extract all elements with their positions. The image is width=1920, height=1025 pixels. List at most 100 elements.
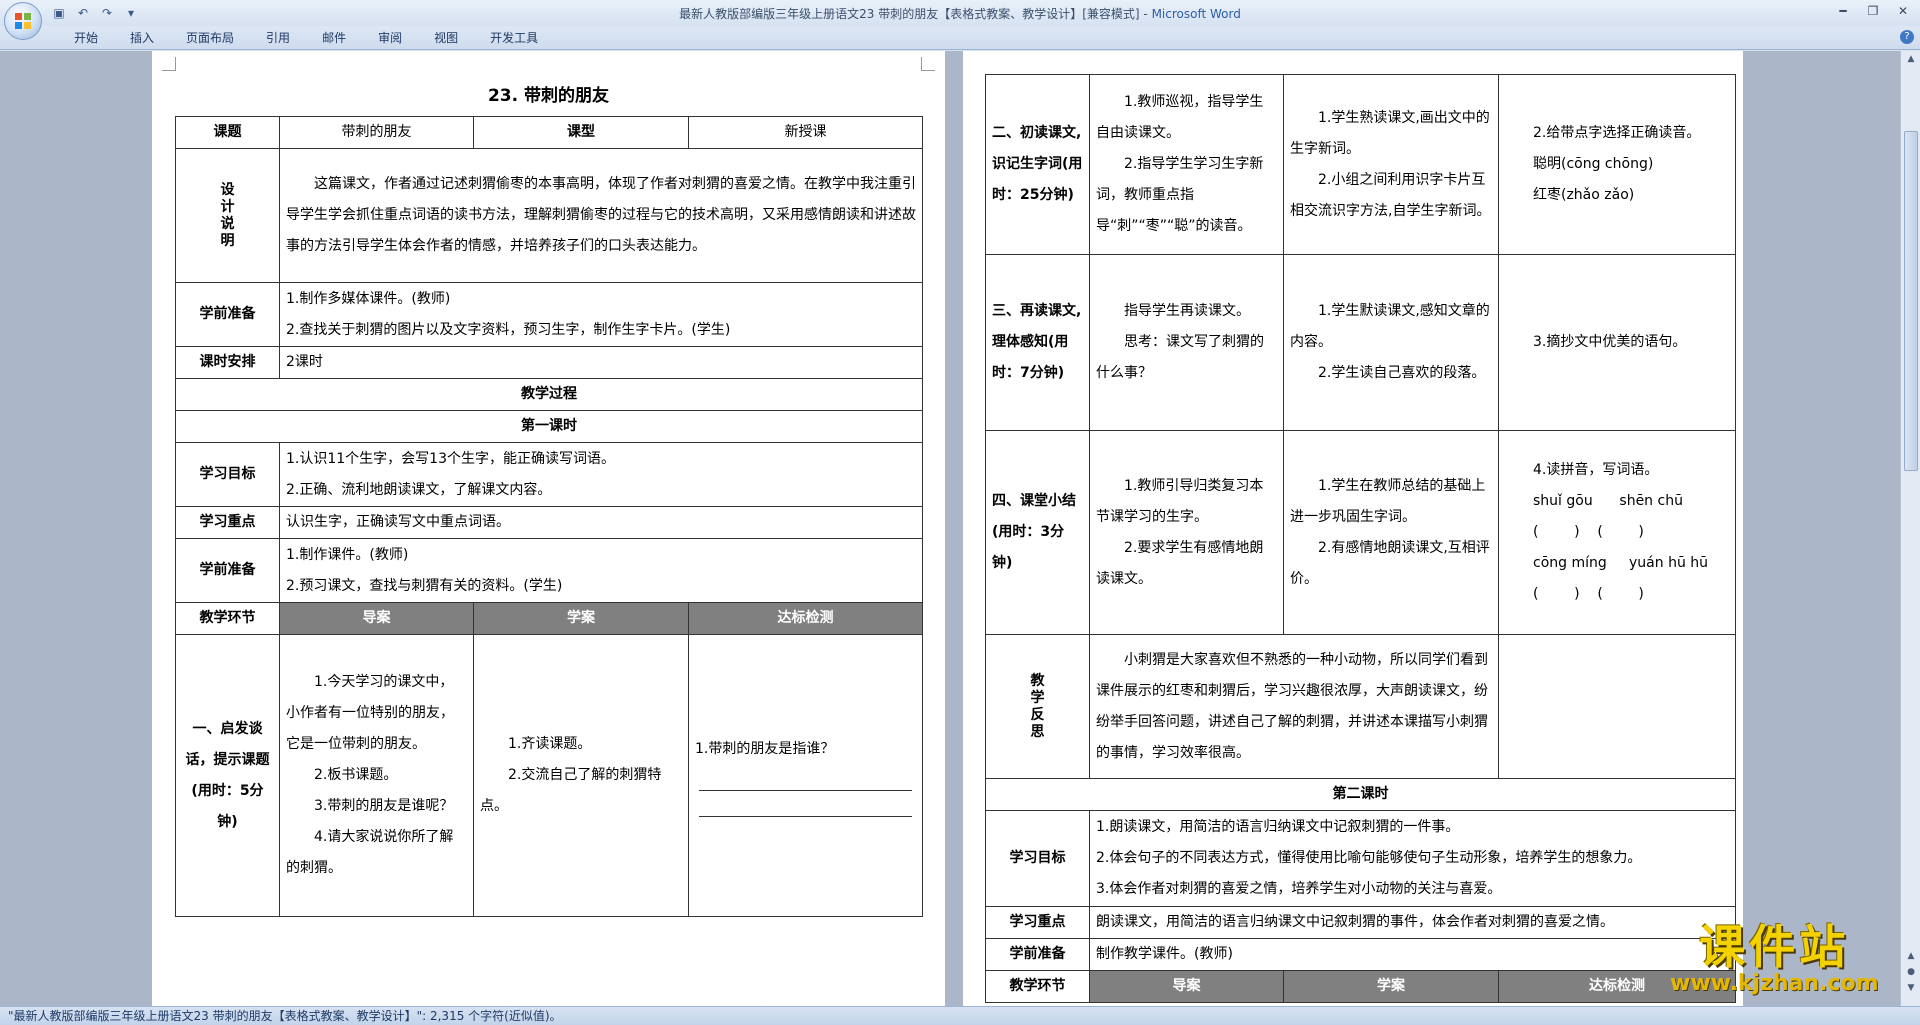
tab-page-layout[interactable]: 页面布局: [170, 30, 250, 46]
title-bar: ▣ ↶ ↷ ▾ 最新人教版部编版三年级上册语文23 带刺的朋友【表格式教案、教学…: [0, 0, 1920, 40]
browse-object-icon[interactable]: ●: [1903, 967, 1919, 981]
document-page-right: 二、初读课文,识记生字词(用时：25分钟) 1.教师巡视，指导学生自由读课文。 …: [963, 51, 1743, 1006]
course-type-label: 课型: [473, 116, 689, 149]
document-area: 23. 带刺的朋友 课题 带刺的朋友 课型 新授课 设计说明 这篇课文，作者通过…: [0, 51, 1900, 1006]
step1-check-question: 1.带刺的朋友是指谁？: [695, 741, 835, 757]
goals2-cell: 1.朗读课文，用简洁的语言归纳课文中记叙刺猬的一件事。 2.体会句子的不同表达方…: [1089, 810, 1736, 907]
step4-guide-item: 2.要求学生有感情地朗读课文。: [1096, 539, 1264, 587]
prep-item: 2.查找关于刺猬的图片以及文字资料，预习生字，制作生字卡片。(学生): [286, 321, 731, 338]
goal2-item: 3.体会作者对刺猬的喜爱之情，培养学生对小动物的关注与喜爱。: [1096, 881, 1502, 897]
tab-developer[interactable]: 开发工具: [474, 30, 554, 46]
answer-line: [699, 791, 912, 817]
course-value: 带刺的朋友: [279, 116, 474, 149]
step1-guide-item: 1.今天学习的课文中，小作者有一位特别的朋友，它是一位带刺的朋友。: [286, 674, 454, 752]
step2-guide-item: 1.教师巡视，指导学生自由读课文。: [1096, 94, 1264, 141]
hours-value: 2课时: [279, 346, 923, 379]
maximize-icon[interactable]: ❐: [1862, 3, 1884, 19]
step4-check: 4.读拼音，写词语。 shuǐ gōu shēn chū ( ) ( ) cōn…: [1498, 430, 1736, 635]
goal2-item: 1.朗读课文，用简洁的语言归纳课文中记叙刺猬的一件事。: [1096, 819, 1460, 835]
step4-check-item: shuǐ gōu shēn chū: [1533, 493, 1683, 509]
scroll-thumb[interactable]: [1904, 131, 1918, 471]
prep3-value: 制作教学课件。(教师): [1089, 938, 1736, 971]
step4-study-item: 1.学生在教师总结的基础上进一步巩固生字词。: [1290, 477, 1486, 525]
step1-guide-item: 4.请大家说说你所了解的刺猬。: [286, 829, 454, 876]
guide-header: 导案: [279, 602, 474, 635]
study-header: 学案: [473, 602, 689, 635]
step3-check: 3.摘抄文中优美的语句。: [1498, 254, 1736, 431]
previous-page-icon[interactable]: ▲: [1903, 951, 1919, 965]
step4-study: 1.学生在教师总结的基础上进一步巩固生字词。 2.有感情地朗读课文,互相评价。: [1283, 430, 1499, 635]
prep-item: 1.制作多媒体课件。(教师): [286, 290, 451, 307]
step3-study-item: 1.学生默读课文,感知文章的内容。: [1290, 303, 1490, 350]
minimize-icon[interactable]: ━: [1832, 3, 1854, 19]
step2-guide: 1.教师巡视，指导学生自由读课文。 2.指导学生学习生字新词，教师重点指导“刺”…: [1089, 74, 1284, 255]
prep2-item: 1.制作课件。(教师): [286, 546, 409, 563]
step1-study-item: 2.交流自己了解的刺猬特点。: [480, 767, 662, 814]
guide-header2: 导案: [1089, 970, 1284, 1003]
tab-view[interactable]: 视图: [418, 30, 474, 46]
office-button[interactable]: [4, 2, 42, 40]
focus2-value: 朗读课文，用简洁的语言归纳课文中记叙刺猬的事件，体会作者对刺猬的喜爱之情。: [1089, 906, 1736, 939]
close-icon[interactable]: ✕: [1892, 3, 1914, 19]
step3-study-item: 2.学生读自己喜欢的段落。: [1318, 365, 1486, 381]
design-text: 这篇课文，作者通过记述刺猬偷枣的本事高明，体现了作者对刺猬的喜爱之情。在教学中我…: [279, 148, 923, 283]
study-header2: 学案: [1283, 970, 1499, 1003]
step3-study: 1.学生默读课文,感知文章的内容。 2.学生读自己喜欢的段落。: [1283, 254, 1499, 431]
step2-study: 1.学生熟读课文,画出文中的生字新词。 2.小组之间利用识字卡片互相交流识字方法…: [1283, 74, 1499, 255]
step4-guide-item: 1.教师引导归类复习本节课学习的生字。: [1096, 477, 1264, 525]
step4-label: 四、课堂小结(用时：3分钟): [985, 430, 1090, 635]
next-page-icon[interactable]: ▼: [1903, 983, 1919, 997]
step1-study-item: 1.齐读课题。: [508, 736, 592, 752]
step2-guide-item: 2.指导学生学习生字新词，教师重点指导“刺”“枣”“聪”的读音。: [1096, 156, 1264, 234]
tab-review[interactable]: 审阅: [362, 30, 418, 46]
watermark-title: 课件站: [1699, 920, 1850, 974]
document-page-left: 23. 带刺的朋友 课题 带刺的朋友 课型 新授课 设计说明 这篇课文，作者通过…: [152, 51, 945, 1006]
tab-insert[interactable]: 插入: [114, 30, 170, 46]
goal2-item: 2.体会句子的不同表达方式，懂得使用比喻句能够使句子生动形象，培养学生的想象力。: [1096, 850, 1642, 866]
hours-label: 课时安排: [175, 346, 280, 379]
prep2-item: 2.预习课文，查找与刺猬有关的资料。(学生): [286, 577, 563, 594]
step3-guide-item: 思考：课文写了刺猬的什么事？: [1096, 334, 1264, 381]
reflect-empty: [1498, 634, 1736, 779]
goal-item: 1.认识11个生字，会写13个生字，能正确读写词语。: [286, 450, 615, 467]
page-gap: [945, 51, 963, 1006]
prep2-cell: 1.制作课件。(教师) 2.预习课文，查找与刺猬有关的资料。(学生): [279, 538, 923, 603]
process-heading: 教学过程: [175, 378, 923, 411]
step1-study: 1.齐读课题。 2.交流自己了解的刺猬特点。: [473, 634, 689, 917]
window-controls: ━ ❐ ✕: [1832, 3, 1914, 19]
step4-check-item: 4.读拼音，写词语。: [1533, 462, 1659, 478]
step-header-label: 教学环节: [175, 602, 280, 635]
step2-study-item: 2.小组之间利用识字卡片互相交流识字方法,自学生字新词。: [1290, 171, 1491, 219]
step1-guide-item: 3.带刺的朋友是谁呢？: [314, 798, 454, 814]
office-logo-icon: [15, 13, 31, 29]
window-title: 最新人教版部编版三年级上册语文23 带刺的朋友【表格式教案、教学设计】[兼容模式…: [0, 5, 1920, 22]
prep-cell: 1.制作多媒体课件。(教师) 2.查找关于刺猬的图片以及文字资料，预习生字，制作…: [279, 282, 923, 347]
reflect-label-text: 教学反思: [1030, 672, 1045, 740]
step3-guide-item: 指导学生再读课文。: [1124, 303, 1250, 319]
step-header2-label: 教学环节: [985, 970, 1090, 1003]
course-label: 课题: [175, 116, 280, 149]
vertical-scrollbar[interactable]: ▲ ▲ ● ▼: [1900, 51, 1920, 1006]
prep2-label: 学前准备: [175, 538, 280, 603]
focus2-label: 学习重点: [985, 906, 1090, 939]
margin-corner-mark: [921, 57, 935, 71]
tab-references[interactable]: 引用: [250, 30, 306, 46]
check-header: 达标检测: [688, 602, 923, 635]
step2-label: 二、初读课文,识记生字词(用时：25分钟): [985, 74, 1090, 255]
lesson-plan-table: 课题 带刺的朋友 课型 新授课 设计说明 这篇课文，作者通过记述刺猬偷枣的本事高…: [175, 116, 923, 917]
lesson-plan-table-continued: 二、初读课文,识记生字词(用时：25分钟) 1.教师巡视，指导学生自由读课文。 …: [985, 74, 1736, 1003]
tab-home[interactable]: 开始: [58, 30, 114, 46]
step1-guide-item: 2.板书课题。: [314, 767, 398, 783]
window-title-app: Microsoft Word: [1151, 7, 1241, 21]
goals-label: 学习目标: [175, 442, 280, 507]
lesson1-heading: 第一课时: [175, 410, 923, 443]
ribbon-tab-bar: 开始 插入 页面布局 引用 邮件 审阅 视图 开发工具 ?: [0, 26, 1920, 50]
step4-check-item: ( ) ( ): [1533, 524, 1644, 540]
design-label: 设计说明: [175, 148, 280, 283]
step1-label: 一、启发谈话，提示课题(用时：5分钟): [175, 634, 280, 917]
status-bar: "最新人教版部编版三年级上册语文23 带刺的朋友【表格式教案、教学设计】": 2…: [0, 1006, 1920, 1025]
tab-mailings[interactable]: 邮件: [306, 30, 362, 46]
help-icon[interactable]: ?: [1900, 30, 1914, 44]
step2-check-item: 聪明(cōng chōng): [1533, 156, 1654, 172]
scroll-up-icon[interactable]: ▲: [1901, 51, 1920, 67]
